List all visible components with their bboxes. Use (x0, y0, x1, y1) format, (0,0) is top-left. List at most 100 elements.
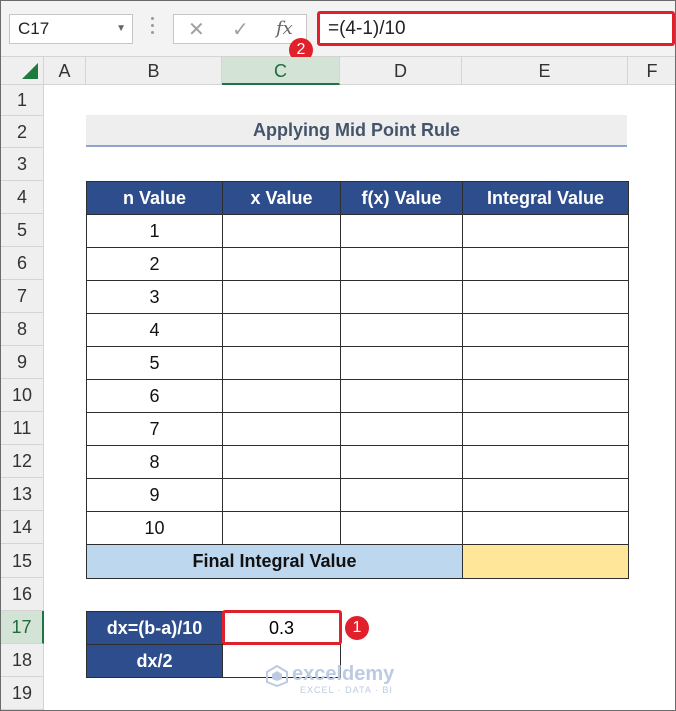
n-cell[interactable]: 2 (86, 247, 223, 281)
table-row: 6 (86, 379, 629, 413)
half-dx-label[interactable]: dx/2 (86, 644, 223, 678)
x-cell[interactable] (222, 280, 341, 314)
row-header-8[interactable]: 8 (1, 313, 44, 346)
integral-cell[interactable] (462, 445, 629, 479)
row-header-19[interactable]: 19 (1, 677, 44, 710)
row-header-1[interactable]: 1 (1, 85, 44, 116)
x-cell[interactable] (222, 214, 341, 248)
formula-text: =(4-1)/10 (328, 18, 406, 39)
row-header-9[interactable]: 9 (1, 346, 44, 379)
row-header-11[interactable]: 11 (1, 412, 44, 445)
n-cell[interactable]: 5 (86, 346, 223, 380)
header-fx-value[interactable]: f(x) Value (340, 181, 463, 215)
formula-buttons: ✕ ✓ fx (173, 14, 307, 44)
fx-cell[interactable] (340, 346, 463, 380)
x-cell[interactable] (222, 379, 341, 413)
fx-cell[interactable] (340, 247, 463, 281)
table-row: 8 (86, 445, 629, 479)
n-cell[interactable]: 3 (86, 280, 223, 314)
row-header-5[interactable]: 5 (1, 214, 44, 247)
x-cell[interactable] (222, 412, 341, 446)
n-cell[interactable]: 7 (86, 412, 223, 446)
table-row: 1 (86, 214, 629, 248)
dx-label[interactable]: dx=(b-a)/10 (86, 611, 223, 645)
select-all-corner[interactable] (1, 57, 44, 85)
final-integral-label[interactable]: Final Integral Value (86, 544, 463, 579)
name-box-value: C17 (18, 19, 50, 38)
table-row: 3 (86, 280, 629, 314)
n-cell[interactable]: 6 (86, 379, 223, 413)
x-cell[interactable] (222, 478, 341, 512)
fx-cell[interactable] (340, 478, 463, 512)
fx-cell[interactable] (340, 379, 463, 413)
row-header-2[interactable]: 2 (1, 116, 44, 148)
midpoint-table: n Value x Value f(x) Value Integral Valu… (86, 181, 629, 579)
excel-window: C17 ▼ ✕ ✓ fx =(4-1)/10 2 A B C D E F 1 2… (0, 0, 676, 711)
active-cell-highlight (222, 610, 342, 645)
x-cell[interactable] (222, 346, 341, 380)
enter-icon[interactable]: ✓ (232, 17, 249, 42)
row-header-14[interactable]: 14 (1, 511, 44, 544)
column-header-a[interactable]: A (44, 57, 86, 85)
column-header-c[interactable]: C (222, 57, 340, 85)
integral-cell[interactable] (462, 511, 629, 545)
n-cell[interactable]: 8 (86, 445, 223, 479)
row-header-10[interactable]: 10 (1, 379, 44, 412)
name-box[interactable]: C17 ▼ (9, 14, 133, 44)
integral-cell[interactable] (462, 379, 629, 413)
final-integral-value[interactable] (462, 544, 629, 579)
drag-handle-icon[interactable] (151, 17, 155, 41)
x-cell[interactable] (222, 445, 341, 479)
integral-cell[interactable] (462, 313, 629, 347)
fx-cell[interactable] (340, 412, 463, 446)
table-row: 10 (86, 511, 629, 545)
formula-input[interactable]: =(4-1)/10 (317, 11, 675, 46)
fx-cell[interactable] (340, 214, 463, 248)
table-row: 5 (86, 346, 629, 380)
row-header-4[interactable]: 4 (1, 181, 44, 214)
table-row: 7 (86, 412, 629, 446)
n-cell[interactable]: 9 (86, 478, 223, 512)
column-header-f[interactable]: F (628, 57, 675, 85)
x-cell[interactable] (222, 313, 341, 347)
watermark-tagline: EXCEL · DATA · BI (300, 685, 393, 695)
row-header-15[interactable]: 15 (1, 544, 44, 578)
row-header-13[interactable]: 13 (1, 478, 44, 511)
n-cell[interactable]: 10 (86, 511, 223, 545)
n-cell[interactable]: 4 (86, 313, 223, 347)
row-header-6[interactable]: 6 (1, 247, 44, 280)
integral-cell[interactable] (462, 412, 629, 446)
formula-bar: C17 ▼ ✕ ✓ fx =(4-1)/10 (1, 1, 675, 57)
table-row: 9 (86, 478, 629, 512)
column-header-e[interactable]: E (462, 57, 628, 85)
fx-cell[interactable] (340, 280, 463, 314)
integral-cell[interactable] (462, 280, 629, 314)
watermark-name: exceldemy (292, 663, 395, 685)
integral-cell[interactable] (462, 346, 629, 380)
x-cell[interactable] (222, 511, 341, 545)
integral-cell[interactable] (462, 247, 629, 281)
header-x-value[interactable]: x Value (222, 181, 341, 215)
sheet-title[interactable]: Applying Mid Point Rule (86, 115, 627, 147)
column-header-b[interactable]: B (86, 57, 222, 85)
fx-cell[interactable] (340, 313, 463, 347)
n-cell[interactable]: 1 (86, 214, 223, 248)
row-header-7[interactable]: 7 (1, 280, 44, 313)
row-header-3[interactable]: 3 (1, 148, 44, 181)
header-n-value[interactable]: n Value (86, 181, 223, 215)
row-header-17[interactable]: 17 (1, 611, 44, 644)
column-header-d[interactable]: D (340, 57, 462, 85)
row-header-12[interactable]: 12 (1, 445, 44, 478)
cancel-icon[interactable]: ✕ (188, 17, 205, 42)
table-row: 2 (86, 247, 629, 281)
insert-function-icon[interactable]: fx (276, 18, 293, 39)
integral-cell[interactable] (462, 214, 629, 248)
row-header-16[interactable]: 16 (1, 578, 44, 611)
x-cell[interactable] (222, 247, 341, 281)
header-integral-value[interactable]: Integral Value (462, 181, 629, 215)
chevron-down-icon[interactable]: ▼ (116, 15, 126, 43)
integral-cell[interactable] (462, 478, 629, 512)
row-header-18[interactable]: 18 (1, 644, 44, 677)
fx-cell[interactable] (340, 511, 463, 545)
fx-cell[interactable] (340, 445, 463, 479)
